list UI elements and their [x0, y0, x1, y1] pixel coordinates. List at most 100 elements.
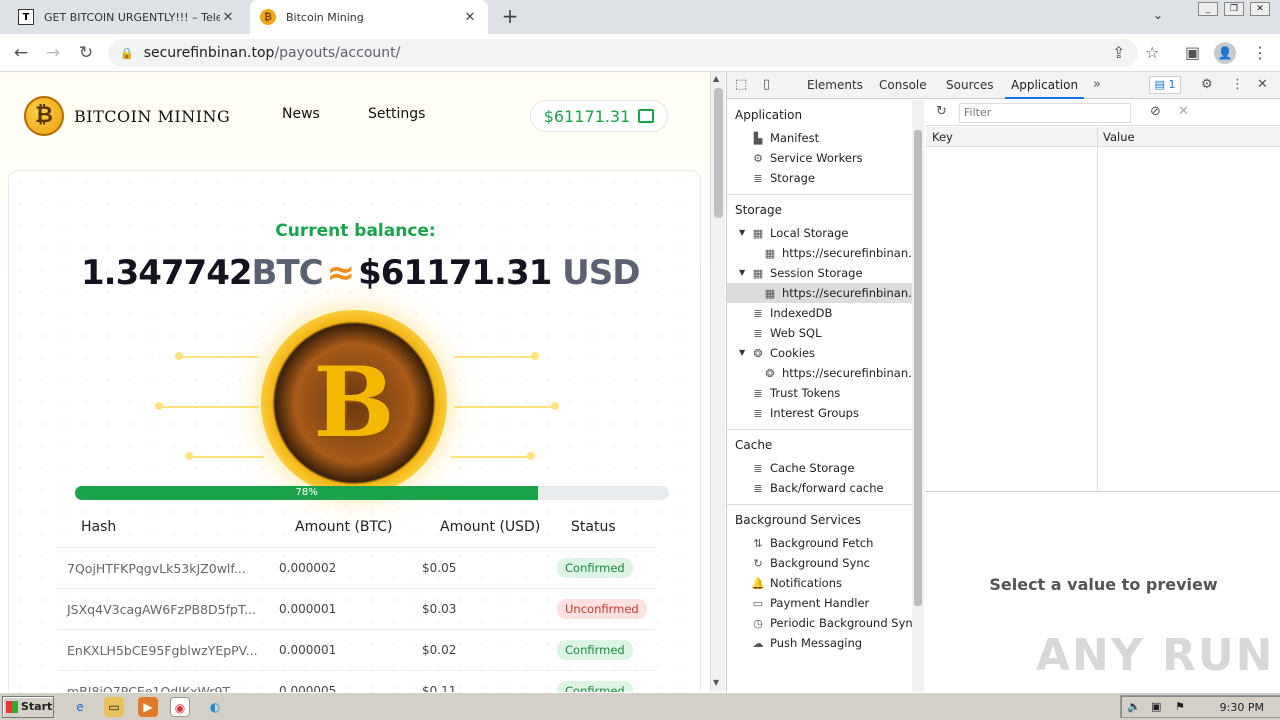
expand-triangle-icon[interactable]: ▼	[739, 223, 745, 243]
inspect-element-icon[interactable]: ⬚	[735, 77, 747, 92]
side-panel-icon[interactable]: ▣	[1185, 43, 1200, 62]
reload-icon[interactable]: ↻	[75, 42, 97, 64]
site-logo[interactable]: ₿ BITCOIN MINING	[24, 96, 230, 136]
sidebar-item-websql[interactable]: ≣ Web SQL	[727, 323, 912, 343]
col-value[interactable]: Value	[1103, 130, 1135, 144]
sidebar-item-background-sync[interactable]: ↻ Background Sync	[727, 553, 912, 573]
sidebar-item-cache-storage[interactable]: ≣ Cache Storage	[727, 458, 912, 478]
network-icon[interactable]: ▣	[1151, 700, 1161, 713]
share-icon[interactable]: ⇪	[1112, 43, 1125, 62]
expand-triangle-icon[interactable]: ▼	[739, 343, 745, 363]
expand-triangle-icon[interactable]: ▼	[739, 263, 745, 283]
key-value-grid[interactable]	[926, 147, 1280, 492]
sidebar-item-bfcache[interactable]: ≣ Back/forward cache	[727, 478, 912, 498]
forward-arrow-icon[interactable]: →	[42, 42, 64, 64]
scroll-down-arrow-icon[interactable]: ▼	[713, 678, 719, 687]
filter-input[interactable]: Filter	[959, 103, 1131, 123]
col-key[interactable]: Key	[932, 130, 953, 144]
volume-icon[interactable]: 🔈	[1127, 700, 1141, 713]
profile-avatar[interactable]: 👤	[1214, 42, 1236, 64]
status-badge: Confirmed	[557, 681, 633, 692]
page-scrollbar[interactable]: ▲ ▼	[710, 72, 725, 692]
media-player-icon[interactable]: ▶	[138, 697, 158, 717]
restore-button[interactable]: ❐	[1224, 2, 1244, 16]
browser-tab-bitcoin-mining[interactable]: ₿ Bitcoin Mining ✕	[250, 0, 488, 34]
flag-icon[interactable]: ⚑	[1175, 700, 1185, 713]
status-badge: Confirmed	[557, 558, 633, 578]
person-icon: 👤	[1214, 42, 1236, 64]
edge-icon[interactable]: ◐	[205, 697, 225, 717]
balance-pill[interactable]: $61171.31	[530, 100, 668, 132]
sidebar-item-notifications[interactable]: 🔔 Notifications	[727, 573, 912, 593]
progress-fill: 78%	[75, 486, 539, 500]
sidebar-scroll-thumb[interactable]	[914, 130, 922, 606]
sidebar-item-local-storage-origin[interactable]: ▦ https://securefinbinan.to	[727, 243, 912, 263]
section-background-services: Background Services	[735, 513, 862, 527]
sidebar-item-payment-handler[interactable]: ▭ Payment Handler	[727, 593, 912, 613]
sidebar-item-storage[interactable]: ≣ Storage	[727, 168, 912, 188]
device-toolbar-icon[interactable]: ▯	[763, 77, 770, 92]
browser-tab-telegraph[interactable]: T GET BITCOIN URGENTLY!!! – Telegra ✕	[8, 0, 246, 34]
cookie-icon: ❂	[765, 367, 775, 380]
tab-search-chevron-icon[interactable]: ⌄	[1153, 8, 1163, 22]
circuit-line	[451, 456, 529, 458]
lock-icon[interactable]: 🔒	[120, 47, 134, 60]
close-tab-icon[interactable]: ✕	[220, 10, 236, 25]
tab-application[interactable]: Application	[1005, 72, 1085, 99]
sidebar-item-background-fetch[interactable]: ⇅ Background Fetch	[727, 533, 912, 553]
clear-all-icon[interactable]: ⊘	[1150, 104, 1161, 119]
database-icon: ≣	[753, 462, 763, 475]
sidebar-item-trust-tokens[interactable]: ≣ Trust Tokens	[727, 383, 912, 403]
address-bar[interactable]: 🔒 securefinbinan.top/payouts/account/	[108, 39, 1138, 67]
sidebar-item-interest-groups[interactable]: ≣ Interest Groups	[727, 403, 912, 423]
start-button[interactable]: Start	[2, 696, 54, 718]
sidebar-item-push-messaging[interactable]: ☁ Push Messaging	[727, 633, 912, 653]
issues-badge[interactable]: ▤ 1	[1149, 76, 1181, 94]
sidebar-item-cookies-origin[interactable]: ❂ https://securefinbinan.to	[727, 363, 912, 383]
sidebar-item-manifest[interactable]: ▙ Manifest	[727, 128, 912, 148]
devtools-menu-kebab-icon[interactable]: ⋮	[1231, 77, 1244, 92]
tab-elements[interactable]: Elements	[801, 72, 869, 99]
nav-settings-link[interactable]: Settings	[368, 106, 425, 122]
bookmark-star-icon[interactable]: ☆	[1145, 43, 1159, 62]
usd-unit: USD	[562, 253, 640, 293]
close-tab-icon[interactable]: ✕	[462, 10, 478, 25]
sidebar-item-session-storage[interactable]: ▼ ▦ Session Storage	[727, 263, 912, 283]
circuit-dot	[155, 402, 163, 410]
delete-selected-icon[interactable]: ✕	[1178, 104, 1189, 119]
folder-icon[interactable]: ▭	[104, 697, 124, 717]
table-row: 7QojHTFKPqgvLk53kJZ0wlf... 0.000002 $0.0…	[57, 548, 655, 589]
gear-icon[interactable]: ⚙	[1201, 77, 1213, 92]
tab-console[interactable]: Console	[873, 72, 933, 99]
big-balance: 1.347742BTC ≈ $61171.31 USD	[81, 253, 640, 293]
scroll-up-arrow-icon[interactable]: ▲	[713, 74, 719, 83]
sidebar-item-session-storage-origin[interactable]: ▦ https://securefinbinan.to	[727, 283, 912, 303]
sidebar-item-cookies[interactable]: ▼ ❂ Cookies	[727, 343, 912, 363]
page-scroll-thumb[interactable]	[714, 88, 723, 218]
database-icon: ≣	[753, 482, 763, 495]
close-devtools-icon[interactable]: ✕	[1257, 77, 1268, 92]
chrome-icon[interactable]: ◉	[170, 697, 190, 717]
row-usd: $0.11	[422, 684, 457, 692]
tab-title: Bitcoin Mining	[286, 10, 364, 24]
ie-icon[interactable]: e	[70, 697, 90, 717]
nav-news-link[interactable]: News	[282, 106, 320, 122]
sidebar-item-local-storage[interactable]: ▼ ▦ Local Storage	[727, 223, 912, 243]
btc-amount: 1.347742	[81, 253, 253, 293]
close-window-button[interactable]: ✕	[1250, 2, 1270, 16]
back-arrow-icon[interactable]: ←	[10, 42, 32, 64]
new-tab-button[interactable]: +	[498, 4, 522, 28]
refresh-icon[interactable]: ↻	[936, 104, 947, 119]
sidebar-scrollbar[interactable]	[912, 100, 924, 692]
menu-kebab-icon[interactable]: ⋮	[1252, 43, 1268, 62]
minimize-button[interactable]: _	[1198, 2, 1218, 16]
key-value-header: Key Value	[926, 127, 1280, 147]
sidebar-item-indexeddb[interactable]: ≣ IndexedDB	[727, 303, 912, 323]
sidebar-item-service-workers[interactable]: ⚙ Service Workers	[727, 148, 912, 168]
grid-icon: ▦	[764, 287, 776, 300]
bitcoin-coin-image: B	[261, 310, 447, 496]
tab-sources[interactable]: Sources	[940, 72, 999, 99]
circuit-line	[159, 406, 259, 408]
more-tabs-chevron-icon[interactable]: »	[1093, 77, 1101, 92]
sidebar-item-periodic-sync[interactable]: ◷ Periodic Background Sync	[727, 613, 912, 633]
